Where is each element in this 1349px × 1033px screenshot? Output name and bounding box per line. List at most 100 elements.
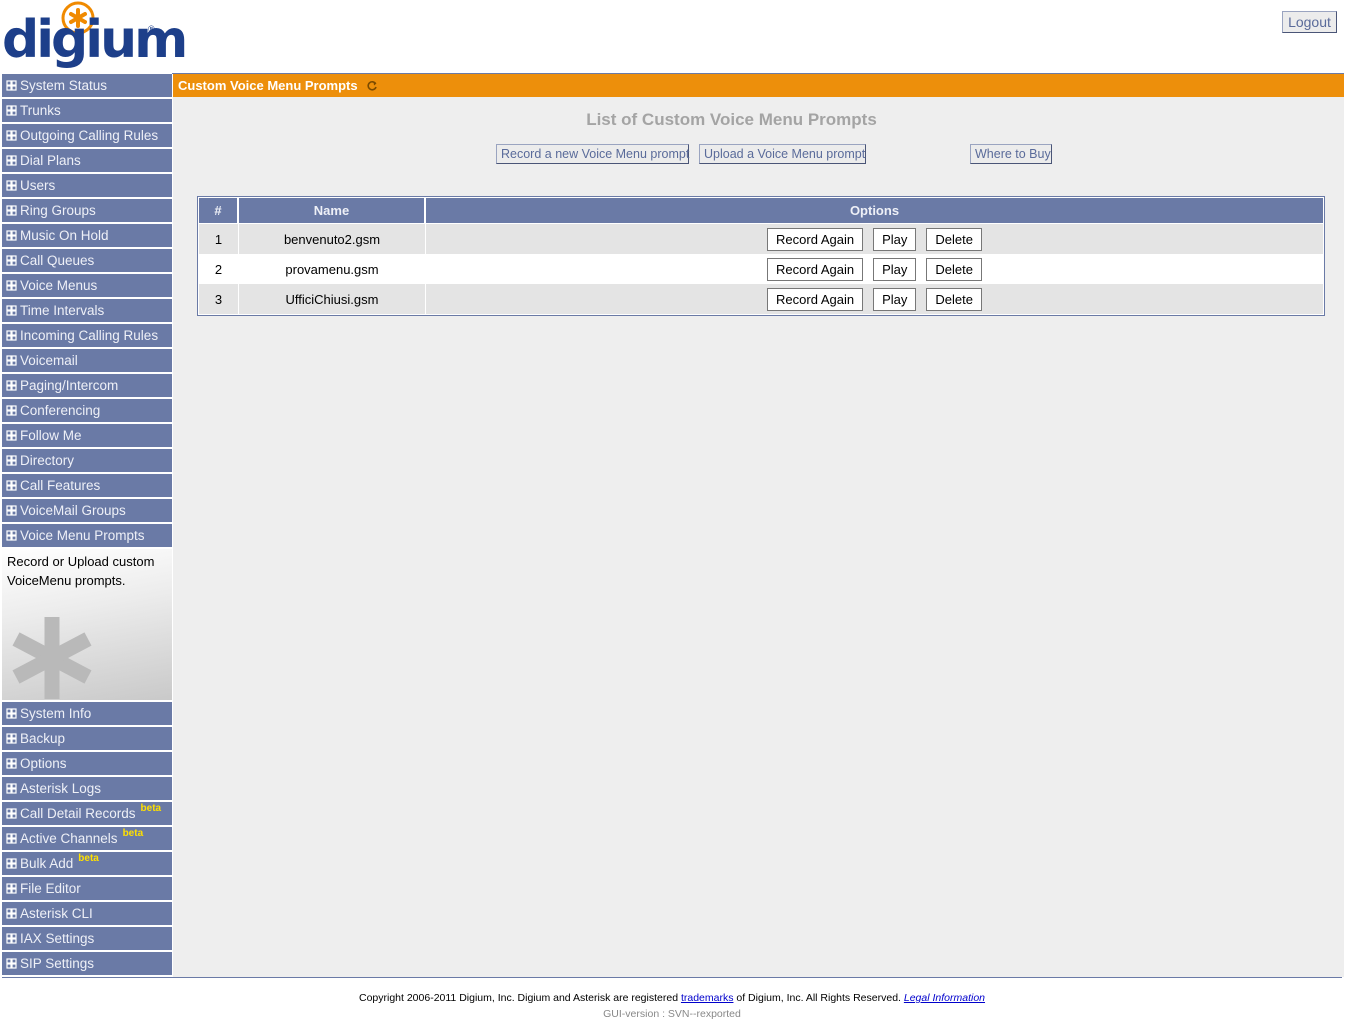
sidebar-item-file-editor[interactable]: File Editor — [2, 877, 172, 902]
grid-icon — [6, 255, 17, 266]
sidebar-item-bulk-add[interactable]: Bulk Add beta — [2, 852, 172, 877]
record-again-button[interactable]: Record Again — [767, 227, 864, 251]
refresh-icon[interactable] — [366, 80, 378, 92]
sidebar-item-label: IAX Settings — [20, 931, 95, 946]
sidebar-item-music-on-hold[interactable]: Music On Hold — [2, 224, 172, 249]
sidebar-item-users[interactable]: Users — [2, 174, 172, 199]
sidebar-item-label: Voicemail — [20, 353, 78, 368]
sidebar-item-label: Asterisk Logs — [20, 781, 102, 796]
sidebar-item-voicemail-groups[interactable]: VoiceMail Groups — [2, 499, 172, 524]
logout-button[interactable]: Logout — [1282, 11, 1337, 33]
grid-icon — [6, 758, 17, 769]
sidebar-item-label: Directory — [20, 453, 75, 468]
play-button[interactable]: Play — [873, 257, 917, 281]
prompt-name: UfficiChiusi.gsm — [239, 284, 426, 314]
grid-icon — [6, 858, 17, 869]
beta-badge: beta — [122, 828, 144, 839]
row-number: 2 — [199, 254, 239, 284]
sidebar-item-label: Voice Menu Prompts — [20, 528, 145, 543]
sidebar-item-label: Trunks — [20, 103, 61, 118]
table-header-row: # Name Options — [199, 198, 1323, 224]
sidebar-item-iax-settings[interactable]: IAX Settings — [2, 927, 172, 952]
record-again-button[interactable]: Record Again — [767, 257, 864, 281]
sidebar-item-paging-intercom[interactable]: Paging/Intercom — [2, 374, 172, 399]
legal-information-link[interactable]: Legal Information — [904, 992, 985, 1004]
sidebar-item-directory[interactable]: Directory — [2, 449, 172, 474]
sidebar-item-label: File Editor — [20, 881, 81, 896]
sidebar-item-call-detail-records[interactable]: Call Detail Records beta — [2, 802, 172, 827]
grid-icon — [6, 380, 17, 391]
delete-button[interactable]: Delete — [926, 227, 982, 251]
grid-icon — [6, 330, 17, 341]
row-options: Record Again Play Delete — [426, 284, 1323, 314]
play-button[interactable]: Play — [873, 227, 917, 251]
grid-icon — [6, 783, 17, 794]
sidebar-item-label: Users — [20, 178, 56, 193]
trademarks-link[interactable]: trademarks — [681, 992, 734, 1004]
asterisk-watermark-icon — [12, 617, 92, 699]
sidebar-item-call-features[interactable]: Call Features — [2, 474, 172, 499]
sidebar-item-label: Time Intervals — [20, 303, 105, 318]
sidebar-item-voicemail[interactable]: Voicemail — [2, 349, 172, 374]
row-number: 1 — [199, 224, 239, 254]
grid-icon — [6, 155, 17, 166]
sidebar-item-dial-plans[interactable]: Dial Plans — [2, 149, 172, 174]
grid-icon — [6, 455, 17, 466]
sidebar-item-outgoing-calling-rules[interactable]: Outgoing Calling Rules — [2, 124, 172, 149]
grid-icon — [6, 180, 17, 191]
list-heading: List of Custom Voice Menu Prompts — [586, 110, 877, 129]
row-options: Record Again Play Delete — [426, 254, 1323, 284]
delete-button[interactable]: Delete — [926, 287, 982, 311]
delete-button[interactable]: Delete — [926, 257, 982, 281]
beta-badge: beta — [78, 853, 99, 864]
grid-icon — [6, 933, 17, 944]
sidebar-item-label: Outgoing Calling Rules — [20, 128, 159, 143]
sidebar-item-label: Call Features — [20, 478, 101, 493]
sidebar-item-trunks[interactable]: Trunks — [2, 99, 172, 124]
grid-icon — [6, 505, 17, 516]
sidebar-item-label: Paging/Intercom — [20, 378, 119, 393]
sidebar-item-label: SIP Settings — [20, 956, 95, 971]
sidebar-item-label: Call Detail Records — [20, 806, 136, 821]
sidebar-item-backup[interactable]: Backup — [2, 727, 172, 752]
grid-icon — [6, 80, 17, 91]
sidebar-item-voice-menus[interactable]: Voice Menus — [2, 274, 172, 299]
sidebar-item-asterisk-cli[interactable]: Asterisk CLI — [2, 902, 172, 927]
gui-version: GUI-version : SVN--rexported — [603, 1008, 741, 1020]
grid-icon — [6, 105, 17, 116]
sidebar-item-ring-groups[interactable]: Ring Groups — [2, 199, 172, 224]
record-again-button[interactable]: Record Again — [767, 287, 864, 311]
sidebar-item-voice-menu-prompts[interactable]: Voice Menu Prompts — [2, 524, 172, 549]
sidebar-item-conferencing[interactable]: Conferencing — [2, 399, 172, 424]
sidebar-item-follow-me[interactable]: Follow Me — [2, 424, 172, 449]
upload-prompt-button[interactable]: Upload a Voice Menu prompt — [699, 144, 866, 164]
digium-logo: digium ® — [2, 0, 188, 74]
table-row: 3 UfficiChiusi.gsm Record Again Play Delete — [199, 284, 1323, 314]
grid-icon — [6, 430, 17, 441]
play-button[interactable]: Play — [873, 287, 917, 311]
sidebar-item-system-status[interactable]: System Status — [2, 74, 172, 99]
grid-icon — [6, 733, 17, 744]
sidebar-item-incoming-calling-rules[interactable]: Incoming Calling Rules — [2, 324, 172, 349]
table-row: 1 benvenuto2.gsm Record Again Play Delete — [199, 224, 1323, 254]
prompt-name: benvenuto2.gsm — [239, 224, 426, 254]
grid-icon — [6, 280, 17, 291]
sidebar-item-time-intervals[interactable]: Time Intervals — [2, 299, 172, 324]
sidebar-item-label: Bulk Add — [20, 856, 74, 871]
record-new-prompt-button[interactable]: Record a new Voice Menu prompt — [496, 144, 689, 164]
grid-icon — [6, 205, 17, 216]
table-body: 1 benvenuto2.gsm Record Again Play Delete 2 pr… — [199, 224, 1323, 314]
main-panel: Custom Voice Menu Prompts List of Custom… — [173, 74, 1344, 977]
sidebar-nav-bottom: System Info Backup Options Asterisk Logs Cal… — [2, 702, 172, 977]
beta-badge: beta — [140, 803, 162, 814]
sidebar-item-options[interactable]: Options — [2, 752, 172, 777]
grid-icon — [6, 130, 17, 141]
grid-icon — [6, 883, 17, 894]
grid-icon — [6, 708, 17, 719]
where-to-buy-button[interactable]: Where to Buy — [970, 144, 1052, 164]
sidebar-item-system-info[interactable]: System Info — [2, 702, 172, 727]
sidebar-item-label: Call Queues — [20, 253, 95, 268]
sidebar-item-sip-settings[interactable]: SIP Settings — [2, 952, 172, 977]
page-title: Custom Voice Menu Prompts — [178, 78, 358, 93]
sidebar-item-call-queues[interactable]: Call Queues — [2, 249, 172, 274]
